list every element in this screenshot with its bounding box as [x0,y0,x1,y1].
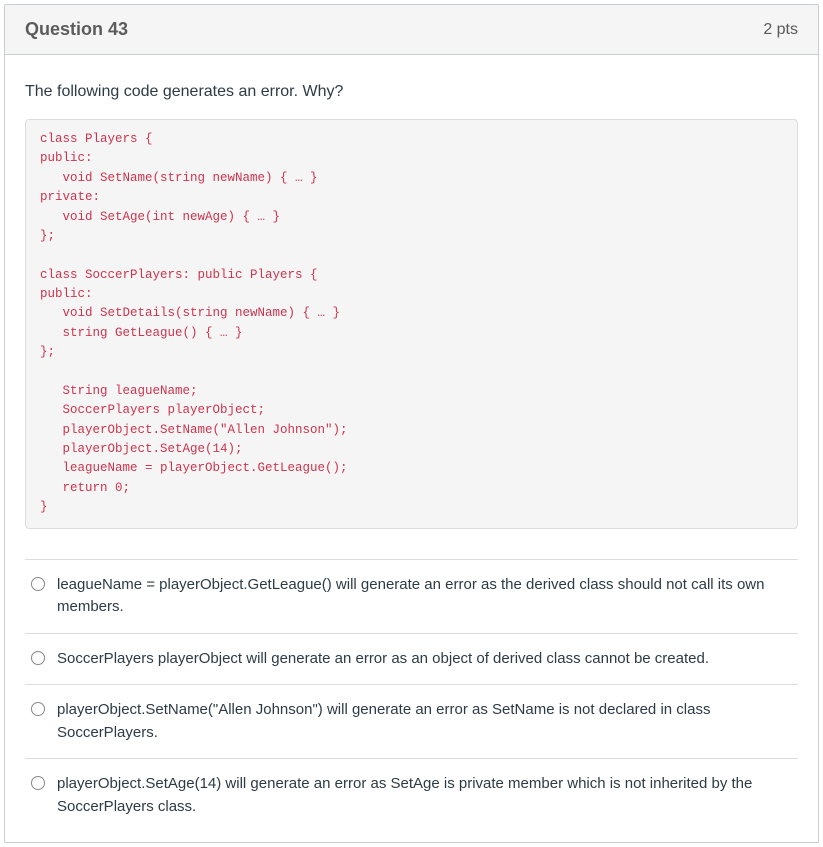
answer-option[interactable]: leagueName = playerObject.GetLeague() wi… [25,559,798,633]
option-text: playerObject.SetAge(14) will generate an… [57,773,792,818]
radio-icon[interactable] [31,577,45,591]
answer-option[interactable]: SoccerPlayers playerObject will generate… [25,633,798,685]
answer-option[interactable]: playerObject.SetName("Allen Johnson") wi… [25,684,798,758]
option-text: playerObject.SetName("Allen Johnson") wi… [57,699,792,744]
question-header: Question 43 2 pts [5,5,818,55]
question-body: The following code generates an error. W… [5,55,818,842]
radio-icon[interactable] [31,776,45,790]
option-text: SoccerPlayers playerObject will generate… [57,648,792,671]
answer-options: leagueName = playerObject.GetLeague() wi… [25,559,798,833]
answer-option[interactable]: playerObject.SetAge(14) will generate an… [25,758,798,832]
question-title: Question 43 [25,19,128,40]
question-card: Question 43 2 pts The following code gen… [4,4,819,843]
radio-icon[interactable] [31,651,45,665]
question-points: 2 pts [763,21,798,39]
code-block: class Players { public: void SetName(str… [25,119,798,529]
option-text: leagueName = playerObject.GetLeague() wi… [57,574,792,619]
question-prompt: The following code generates an error. W… [25,83,798,101]
radio-icon[interactable] [31,702,45,716]
